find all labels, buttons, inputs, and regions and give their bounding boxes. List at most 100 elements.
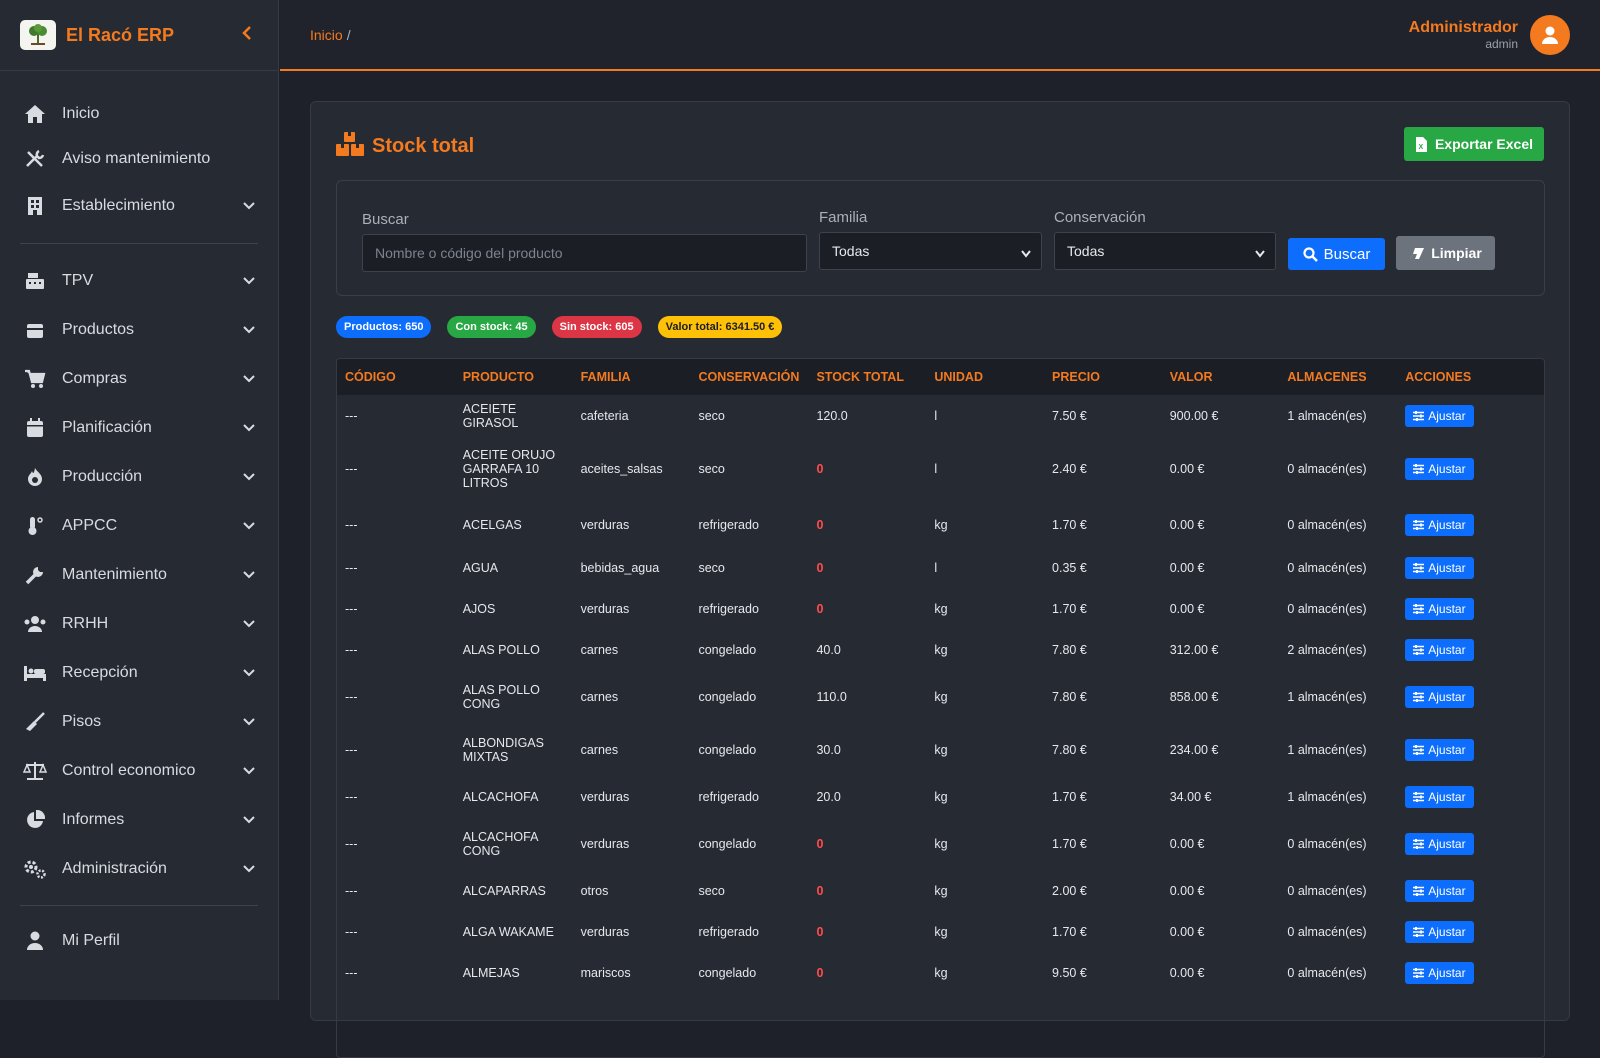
cell-familia: carnes <box>580 689 619 704</box>
sidebar-item-establecimiento[interactable]: Establecimiento <box>0 181 278 231</box>
cell-conservacion: refrigerado <box>698 517 759 532</box>
tools-icon <box>22 148 48 170</box>
export-excel-button[interactable]: X Exportar Excel <box>1404 127 1544 161</box>
cell-precio: 7.50 € <box>1052 408 1087 423</box>
badge-sin-stock: Sin stock: 605 <box>551 316 642 338</box>
sidebar-item-compras[interactable]: Compras <box>0 354 278 403</box>
sidebar-item-inicio[interactable]: Inicio <box>0 91 278 136</box>
column-header[interactable]: PRODUCTO <box>455 359 573 395</box>
column-header[interactable]: CONSERVACIÓN <box>690 359 808 395</box>
sidebar-item-aviso-mantenimiento[interactable]: Aviso mantenimiento <box>0 136 278 181</box>
familia-select[interactable]: Todas <box>819 232 1042 270</box>
cell-conservacion: seco <box>698 462 725 476</box>
sidebar-item-planificacion[interactable]: Planificación <box>0 403 278 452</box>
table-row: --- ALBONDIGAS MIXTAS carnes congelado 30.0 k… <box>337 723 1544 776</box>
search-input[interactable]: Nombre o código del producto <box>362 234 807 272</box>
ajustar-button[interactable]: Ajustar <box>1405 458 1474 480</box>
search-button[interactable]: Buscar <box>1288 238 1385 270</box>
sidebar-item-tpv[interactable]: TPV <box>0 256 278 305</box>
ajustar-button[interactable]: Ajustar <box>1405 597 1474 620</box>
column-header[interactable]: FAMILIA <box>573 359 691 395</box>
logo[interactable] <box>20 20 56 50</box>
excel-file-icon: X <box>1415 136 1427 152</box>
cell-unidad: kg <box>934 789 948 804</box>
column-header[interactable]: STOCK TOTAL <box>808 359 926 395</box>
cell-conservacion: refrigerado <box>698 924 759 939</box>
cell-codigo: --- <box>345 924 358 939</box>
ajustar-button[interactable]: Ajustar <box>1405 513 1474 536</box>
chevron-down-icon <box>242 519 256 533</box>
cell-stock: 0 <box>816 601 824 616</box>
sidebar-item-productos[interactable]: Productos <box>0 305 278 354</box>
sidebar-item-pisos[interactable]: Pisos <box>0 697 278 746</box>
collapse-sidebar-icon[interactable] <box>236 24 258 47</box>
clear-button[interactable]: Limpiar <box>1396 236 1495 270</box>
cell-valor: 858.00 € <box>1169 689 1219 704</box>
sliders-icon <box>1413 644 1425 655</box>
ajustar-button[interactable]: Ajustar <box>1405 879 1474 902</box>
chevron-down-icon <box>242 764 256 778</box>
ajustar-button[interactable]: Ajustar <box>1405 832 1474 855</box>
sidebar-item-mi-perfil[interactable]: Mi Perfil <box>0 918 278 963</box>
column-header[interactable]: ACCIONES <box>1397 359 1544 395</box>
cell-familia: verduras <box>580 789 630 804</box>
chevron-down-icon <box>242 470 256 484</box>
breadcrumb-home-link[interactable]: Inicio <box>310 27 343 43</box>
column-header[interactable]: ALMACENES <box>1279 359 1397 395</box>
sidebar-item-informes[interactable]: Informes <box>0 795 278 844</box>
ajustar-button[interactable]: Ajustar <box>1405 404 1474 427</box>
sidebar-item-mantenimiento[interactable]: Mantenimiento <box>0 550 278 599</box>
user-info[interactable]: Administrador admin <box>1409 19 1518 51</box>
cell-valor: 0.00 € <box>1169 924 1205 939</box>
column-header[interactable]: PRECIO <box>1044 359 1162 395</box>
sidebar-item-label: APPCC <box>62 516 118 534</box>
ajustar-button[interactable]: Ajustar <box>1405 785 1474 808</box>
cell-valor: 312.00 € <box>1169 642 1219 657</box>
ajustar-button[interactable]: Ajustar <box>1405 920 1474 943</box>
cell-stock: 0 <box>816 883 824 898</box>
cell-precio: 1.70 € <box>1052 924 1087 939</box>
cell-familia: otros <box>580 883 609 898</box>
sidebar-item-recepcion[interactable]: Recepción <box>0 648 278 697</box>
ajustar-button[interactable]: Ajustar <box>1405 685 1474 708</box>
ajustar-button[interactable]: Ajustar <box>1405 638 1474 661</box>
cell-unidad: kg <box>934 742 948 757</box>
cell-precio: 1.70 € <box>1052 789 1087 804</box>
avatar[interactable] <box>1530 14 1570 55</box>
sliders-icon <box>1413 464 1425 474</box>
cell-almacenes: 0 almacén(es) <box>1287 560 1367 575</box>
sidebar-item-produccion[interactable]: Producción <box>0 452 278 501</box>
column-header[interactable]: VALOR <box>1162 359 1280 395</box>
sidebar-item-control-economico[interactable]: Control economico <box>0 746 278 795</box>
boxes-icon <box>336 132 364 161</box>
sidebar-item-appcc[interactable]: APPCC <box>0 501 278 550</box>
chevron-down-icon <box>242 715 256 729</box>
bed-icon <box>22 662 48 684</box>
cell-conservacion: congelado <box>698 965 757 980</box>
cell-codigo: --- <box>345 601 358 616</box>
ajustar-button[interactable]: Ajustar <box>1405 556 1474 579</box>
ajustar-button[interactable]: Ajustar <box>1405 961 1474 984</box>
cell-acciones: Ajustar <box>1397 670 1544 723</box>
stock-summary-badges: Productos: 650 Con stock: 45 Sin stock: … <box>336 316 798 338</box>
cell-unidad: l <box>934 560 938 575</box>
cell-familia: carnes <box>580 642 619 657</box>
sidebar-item-administracion[interactable]: Administración <box>0 844 278 893</box>
filters-panel: Buscar Nombre o código del producto Fami… <box>336 180 1545 296</box>
column-header[interactable]: CÓDIGO <box>337 359 455 395</box>
sliders-icon <box>1413 926 1425 937</box>
chevron-down-icon <box>242 372 256 386</box>
sliders-icon <box>1413 838 1425 849</box>
ajustar-button[interactable]: Ajustar <box>1405 738 1474 761</box>
chevron-down-icon <box>242 813 256 827</box>
broom-icon <box>22 711 48 733</box>
cell-valor: 234.00 € <box>1169 742 1219 757</box>
conservacion-select[interactable]: Todas <box>1054 232 1276 270</box>
box-icon <box>22 319 48 341</box>
cell-familia: verduras <box>580 601 630 616</box>
sliders-icon <box>1413 410 1425 421</box>
column-header[interactable]: UNIDAD <box>926 359 1044 395</box>
cell-conservacion: refrigerado <box>698 601 759 616</box>
cell-stock: 0 <box>816 836 824 851</box>
sidebar-item-rrhh[interactable]: RRHH <box>0 599 278 648</box>
